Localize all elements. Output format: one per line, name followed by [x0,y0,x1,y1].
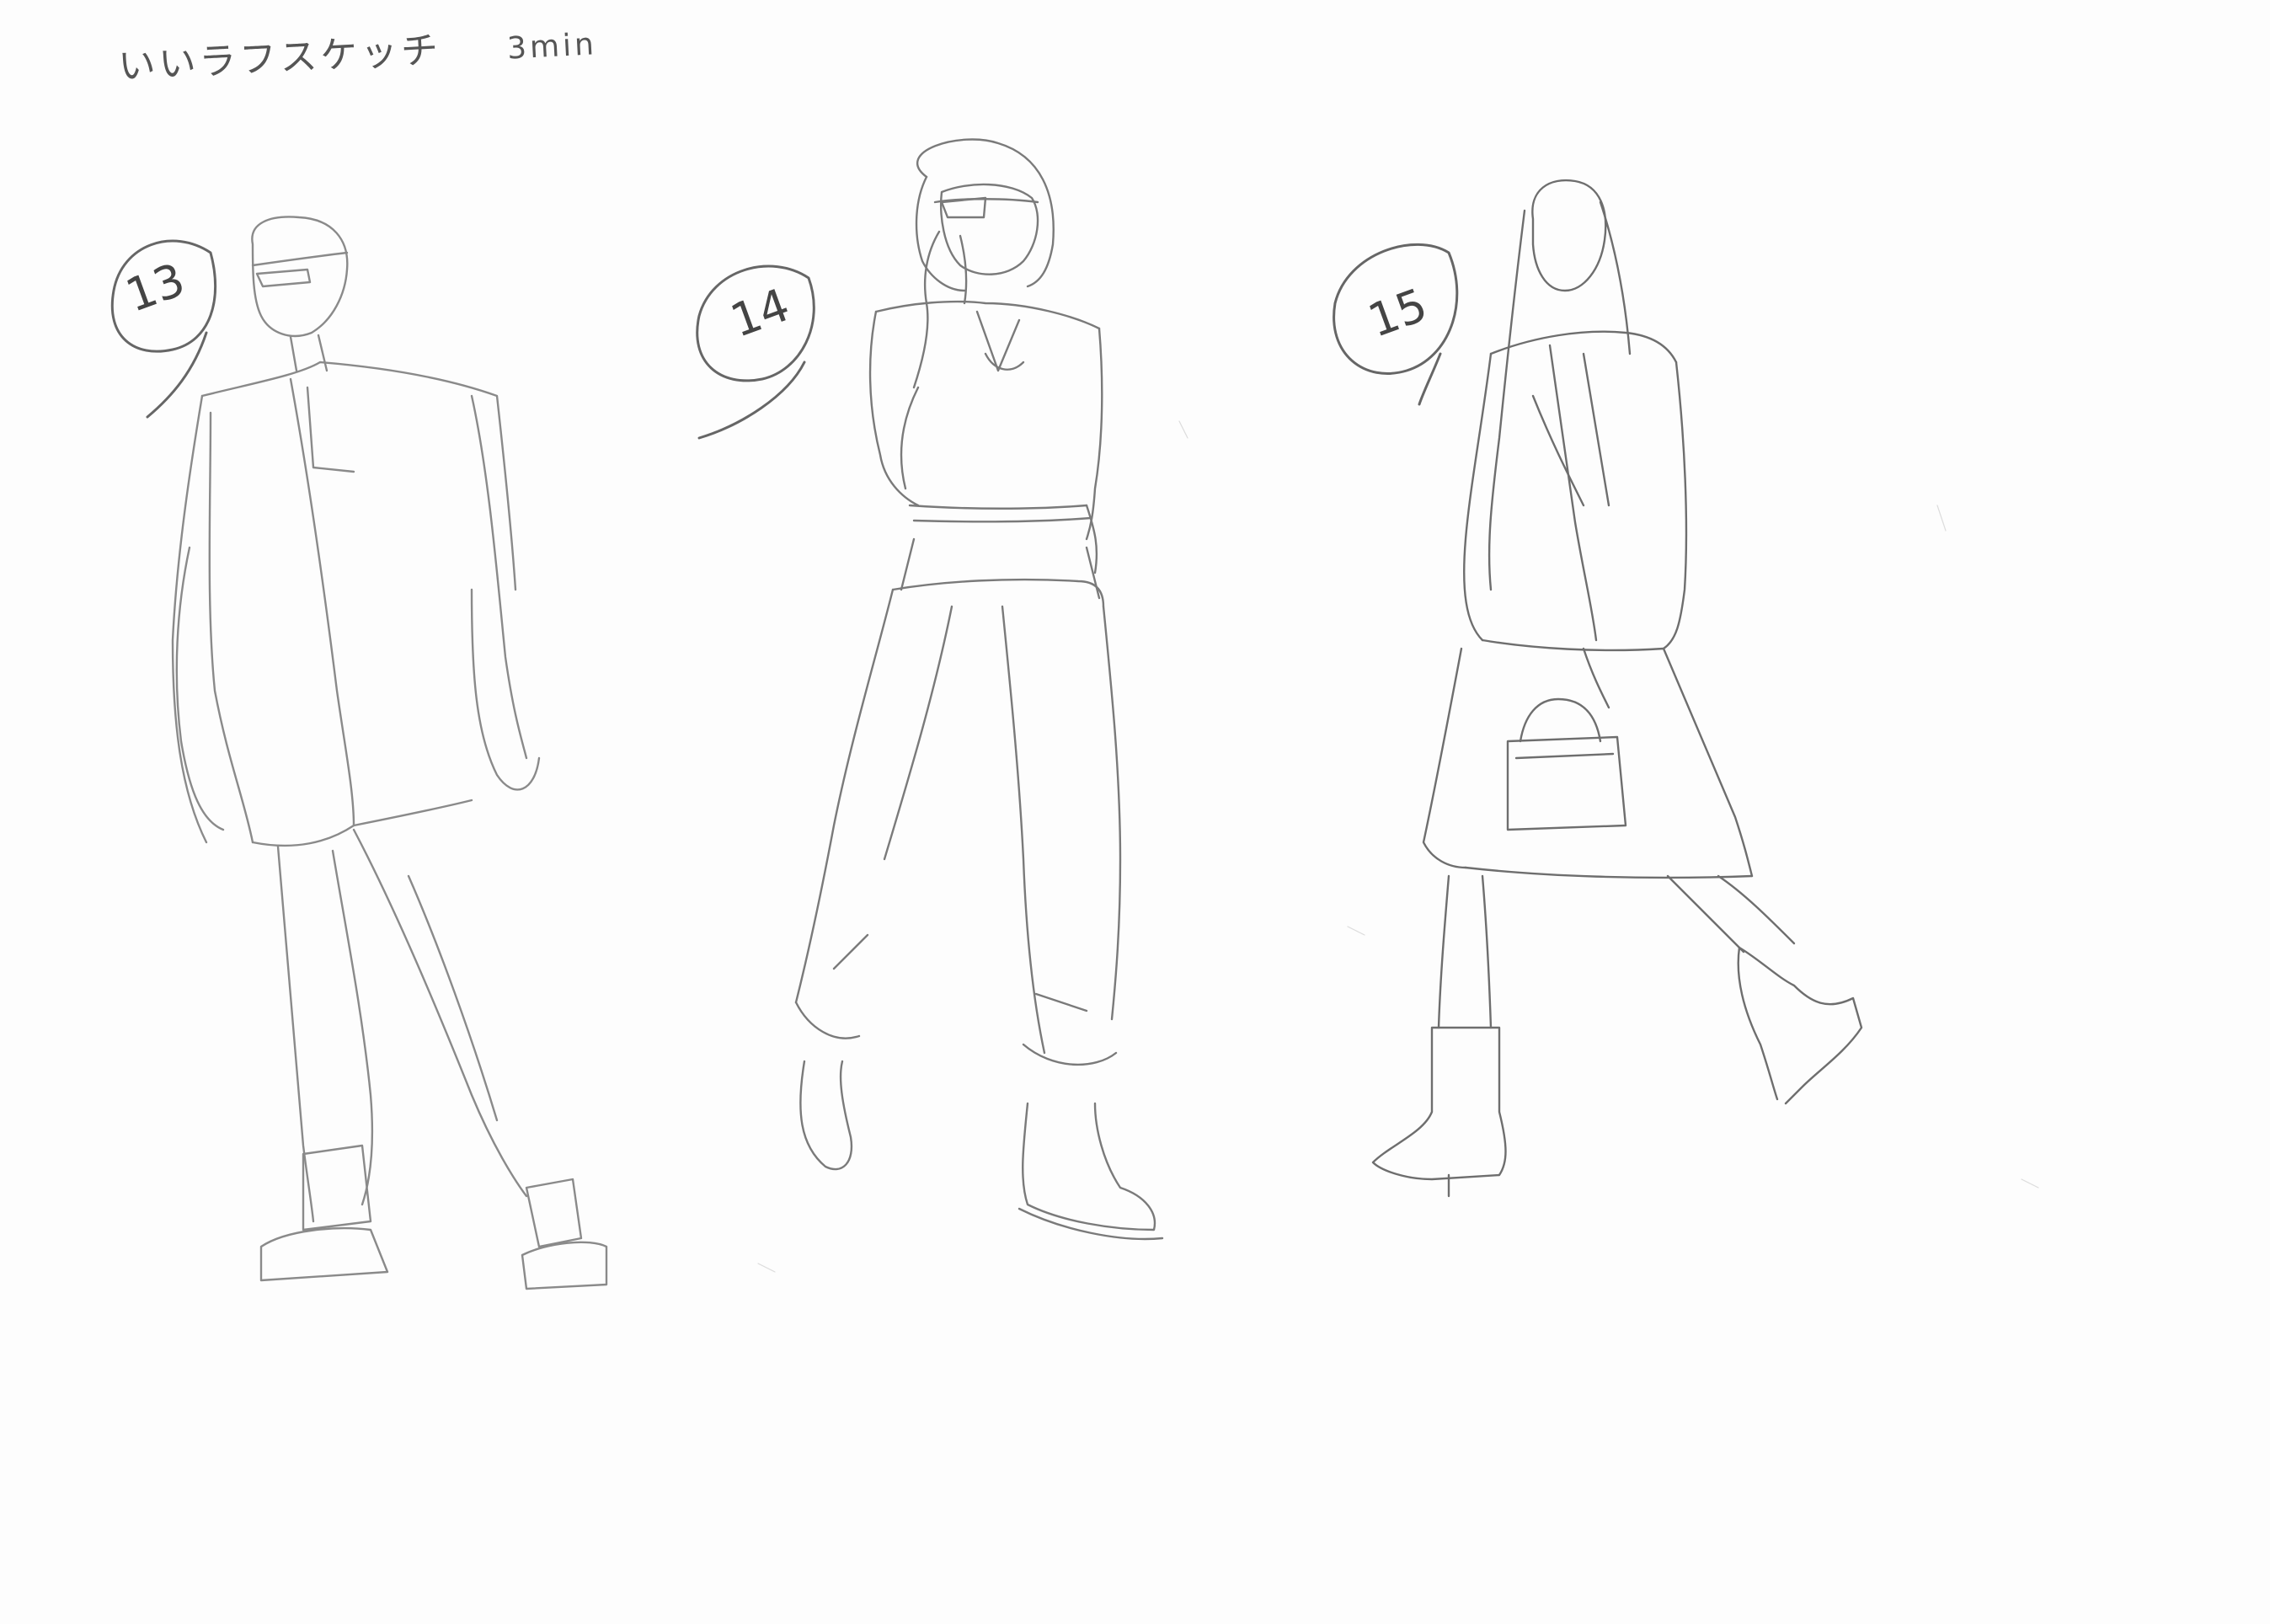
figure-14-sketch [794,138,1164,1241]
figure-13-sketch [171,216,608,1290]
sketch-page: いいラフスケッチ 3min 13 14 15 [0,0,2270,1624]
figure-15-sketch [1371,179,1863,1198]
pencil-sketch-canvas [110,138,2039,1290]
